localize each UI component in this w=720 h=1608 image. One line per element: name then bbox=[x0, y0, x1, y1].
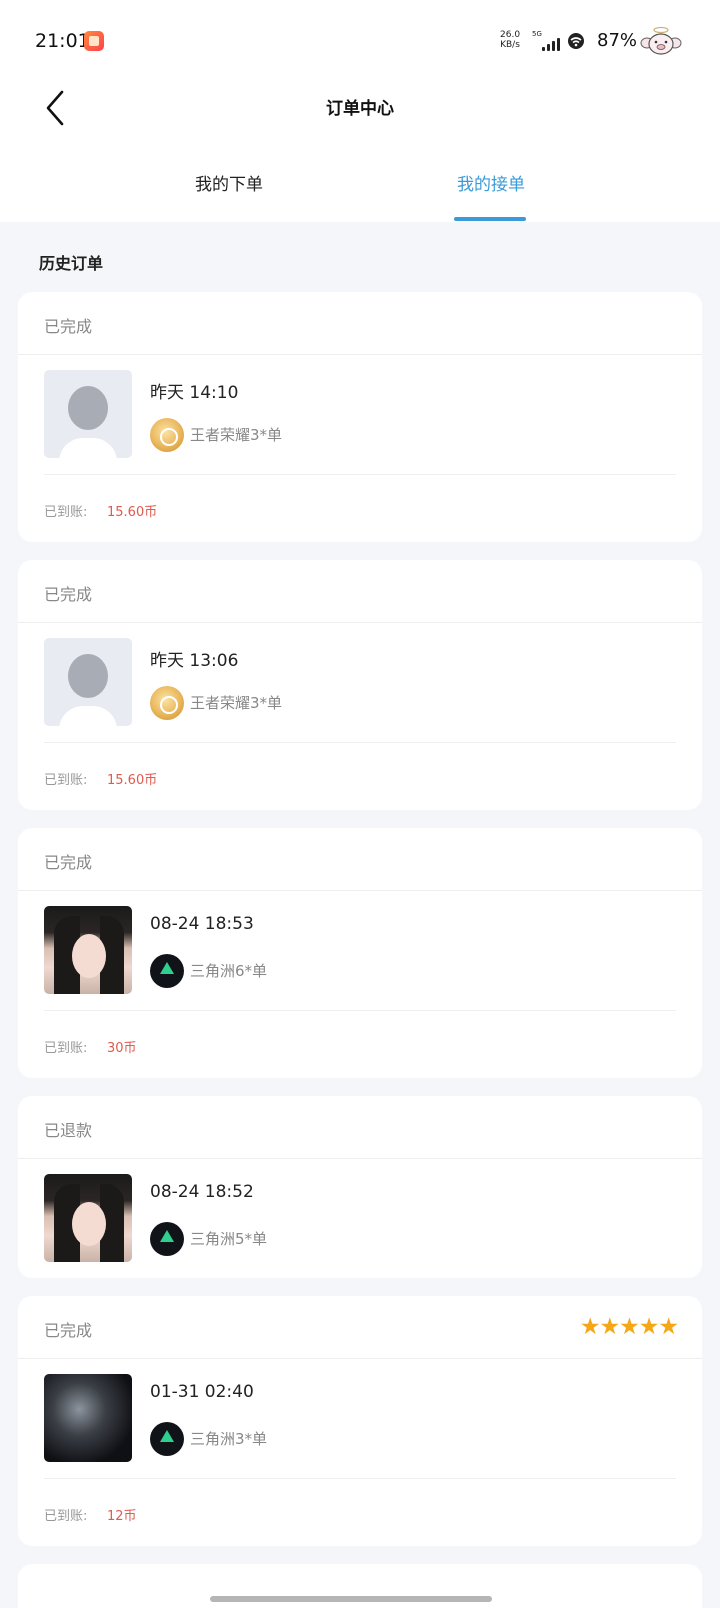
order-tabs: 我的下单 我的接单 bbox=[0, 160, 720, 222]
order-game: 王者荣耀3*单 bbox=[190, 426, 283, 444]
divider bbox=[44, 474, 676, 475]
order-game: 三角洲5*单 bbox=[190, 1230, 268, 1248]
rating-stars: ★★★★★ bbox=[579, 1314, 679, 1340]
order-status: 已退款 bbox=[44, 1121, 93, 1140]
network-type: 5G bbox=[532, 30, 542, 38]
header-area: 21:01 26.0 KB/s 5G 87% 订单中心 我的下单 我的接单 bbox=[0, 0, 720, 222]
default-avatar bbox=[44, 638, 132, 726]
tab-my-orders[interactable]: 我的下单 bbox=[159, 170, 299, 195]
order-date: 01-31 02:40 bbox=[150, 1382, 254, 1402]
user-avatar bbox=[44, 1174, 132, 1262]
order-date: 昨天 13:06 bbox=[150, 651, 239, 671]
arrived-amount: 12币 bbox=[107, 1509, 137, 1524]
net-speed-value: 26.0 bbox=[500, 30, 521, 40]
order-game: 王者荣耀3*单 bbox=[190, 694, 283, 712]
order-card[interactable]: 已完成 ★★★★★ 01-31 02:40 三角洲3*单 已到账: 12币 bbox=[18, 1296, 702, 1546]
active-tab-indicator bbox=[454, 217, 526, 221]
arrived-amount: 15.60币 bbox=[107, 773, 158, 788]
arrived-label: 已到账: bbox=[44, 1041, 88, 1056]
order-card-header: 已完成 ★★★★★ bbox=[18, 1296, 702, 1359]
battery-level: 87% bbox=[597, 30, 638, 51]
honor-of-kings-icon bbox=[150, 418, 184, 452]
order-date: 昨天 14:10 bbox=[150, 383, 239, 403]
home-indicator bbox=[210, 1596, 492, 1602]
order-card-header: 已完成 bbox=[18, 292, 702, 355]
page-title: 订单中心 bbox=[326, 99, 394, 119]
net-speed-unit: KB/s bbox=[500, 40, 520, 50]
order-game: 三角洲3*单 bbox=[190, 1430, 268, 1448]
navigation-bar: 订单中心 bbox=[0, 86, 720, 146]
angel-pig-mascot-icon bbox=[640, 26, 682, 55]
order-card-header: 已完成 bbox=[18, 828, 702, 891]
delta-force-icon bbox=[150, 1222, 184, 1256]
wifi-icon bbox=[568, 33, 584, 49]
section-title-history: 历史订单 bbox=[39, 254, 104, 273]
delta-force-icon bbox=[150, 954, 184, 988]
status-bar: 21:01 26.0 KB/s 5G 87% bbox=[0, 0, 720, 86]
arrived-amount: 15.60币 bbox=[107, 505, 158, 520]
arrived-label: 已到账: bbox=[44, 1509, 88, 1524]
order-card[interactable]: 已完成 昨天 14:10 王者荣耀3*单 已到账: 15.60币 bbox=[18, 292, 702, 542]
divider bbox=[44, 1010, 676, 1011]
order-card[interactable]: 已完成 昨天 13:06 王者荣耀3*单 已到账: 15.60币 bbox=[18, 560, 702, 810]
order-game: 三角洲6*单 bbox=[190, 962, 268, 980]
user-avatar bbox=[44, 906, 132, 994]
arrived-amount: 30币 bbox=[107, 1041, 137, 1056]
tab-my-accepted-orders[interactable]: 我的接单 bbox=[421, 170, 561, 195]
arrived-label: 已到账: bbox=[44, 505, 88, 520]
honor-of-kings-icon bbox=[150, 686, 184, 720]
divider bbox=[44, 742, 676, 743]
order-status: 已完成 bbox=[44, 853, 93, 872]
order-card[interactable]: 已退款 08-24 18:52 三角洲5*单 bbox=[18, 1096, 702, 1278]
order-card[interactable]: 已完成 08-24 18:53 三角洲6*单 已到账: 30币 bbox=[18, 828, 702, 1078]
order-status: 已完成 bbox=[44, 317, 93, 336]
order-date: 08-24 18:53 bbox=[150, 914, 254, 934]
order-status: 已完成 bbox=[44, 585, 93, 604]
order-status: 已完成 bbox=[44, 1321, 93, 1340]
signal-icon bbox=[542, 38, 560, 51]
default-avatar bbox=[44, 370, 132, 458]
order-card-header: 已完成 bbox=[18, 560, 702, 623]
status-time: 21:01 bbox=[35, 30, 90, 52]
delta-force-icon bbox=[150, 1422, 184, 1456]
order-date: 08-24 18:52 bbox=[150, 1182, 254, 1202]
arrived-label: 已到账: bbox=[44, 773, 88, 788]
notification-app-icon bbox=[84, 31, 104, 51]
order-card-header: 已退款 bbox=[18, 1096, 702, 1159]
divider bbox=[44, 1478, 676, 1479]
user-avatar bbox=[44, 1374, 132, 1462]
network-speed: 26.0 KB/s bbox=[500, 30, 520, 50]
